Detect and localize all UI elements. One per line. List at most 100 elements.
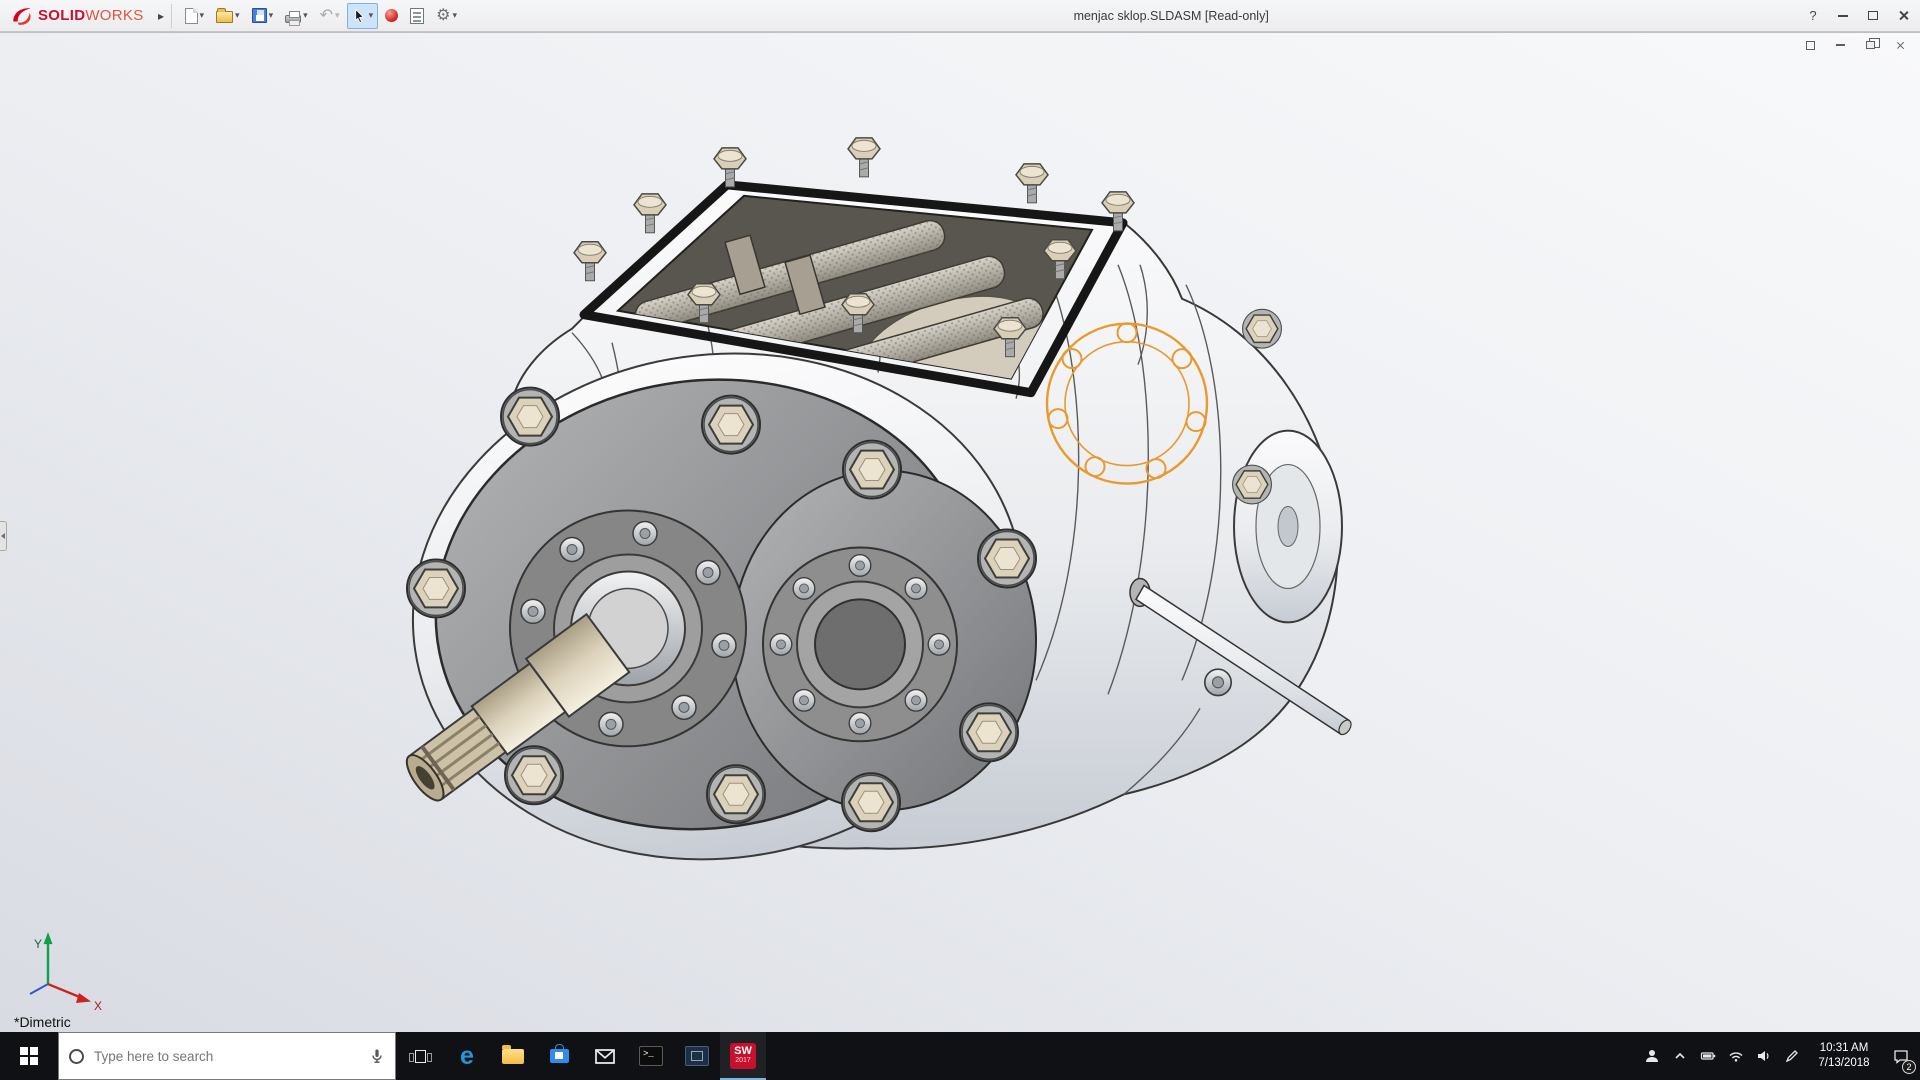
notification-badge: 2 xyxy=(1902,1060,1916,1074)
toolbar: ▾ ▾ ▾ ▾ ↶ ▾ ▾ ⚙ xyxy=(180,3,462,29)
solidworks-app-icon: SW 2017 xyxy=(730,1043,756,1069)
clock-time: 10:31 AM xyxy=(1820,1041,1869,1056)
secondary-bore xyxy=(763,547,957,741)
document-restore-button[interactable] xyxy=(1860,37,1880,53)
new-document-icon xyxy=(185,8,198,24)
taskbar-app-edge[interactable]: e xyxy=(444,1032,490,1080)
3d-scene[interactable]: Y X xyxy=(0,33,1920,1032)
undo-icon: ↶ xyxy=(320,8,333,24)
open-folder-icon xyxy=(216,11,233,23)
search-input[interactable] xyxy=(94,1049,359,1064)
volume-button[interactable] xyxy=(1750,1032,1778,1080)
minimize-icon xyxy=(1836,44,1845,46)
save-button[interactable]: ▾ xyxy=(247,3,279,29)
chevron-down-icon: ▾ xyxy=(335,11,340,20)
taskbar-app-store[interactable] xyxy=(536,1032,582,1080)
print-button[interactable]: ▾ xyxy=(280,3,313,29)
chevron-up-icon xyxy=(1672,1048,1688,1064)
document-properties-icon xyxy=(410,8,424,24)
taskbar-app-command-prompt[interactable]: >_ xyxy=(628,1032,674,1080)
chevron-down-icon[interactable]: ▾ xyxy=(269,11,274,20)
open-button[interactable]: ▾ xyxy=(211,3,245,29)
clock[interactable]: 10:31 AM 7/13/2018 xyxy=(1806,1032,1882,1080)
cursor-arrow-icon xyxy=(352,8,367,24)
solidworks-logo: SOLIDWORKS xyxy=(0,6,152,26)
document-menu-button[interactable] xyxy=(1800,37,1820,53)
view-orientation-label: *Dimetric xyxy=(14,1014,71,1030)
network-icon xyxy=(1728,1048,1744,1064)
taskbar-app-file-explorer[interactable] xyxy=(490,1032,536,1080)
print-icon xyxy=(285,15,301,23)
triad-y-label: Y xyxy=(34,937,42,951)
solidworks-logo-icon xyxy=(10,6,34,26)
gear-icon: ⚙ xyxy=(436,8,450,24)
windows-logo-icon xyxy=(20,1047,38,1065)
taskbar: e >_ SW 2017 xyxy=(0,1032,1920,1080)
task-view-icon xyxy=(415,1050,426,1063)
search-icon xyxy=(69,1049,84,1064)
help-button[interactable]: ? xyxy=(1798,0,1828,31)
chevron-down-icon[interactable]: ▾ xyxy=(235,11,240,20)
app-window-icon xyxy=(685,1046,709,1066)
pen-button[interactable] xyxy=(1778,1032,1806,1080)
close-icon xyxy=(1896,41,1905,50)
select-tool-button[interactable]: ▾ xyxy=(347,3,379,29)
solidworks-app-year: 2017 xyxy=(735,1057,751,1065)
command-prompt-icon: >_ xyxy=(639,1046,663,1066)
minimize-button[interactable] xyxy=(1828,0,1858,31)
taskbar-app-mail[interactable] xyxy=(582,1032,628,1080)
action-center-button[interactable]: 2 xyxy=(1882,1032,1920,1080)
start-button[interactable] xyxy=(0,1032,58,1080)
undo-button: ↶ ▾ xyxy=(315,3,345,29)
menu-expand-arrow-icon[interactable]: ▸ xyxy=(152,4,172,28)
document-title: menjac sklop.SLDASM [Read-only] xyxy=(1074,9,1269,23)
save-floppy-icon xyxy=(252,8,267,23)
taskbar-app-dark[interactable] xyxy=(674,1032,720,1080)
mail-icon xyxy=(594,1049,616,1064)
volume-icon xyxy=(1756,1048,1772,1064)
chevron-down-icon[interactable]: ▾ xyxy=(303,11,308,20)
document-close-button[interactable] xyxy=(1890,37,1910,53)
system-tray: 10:31 AM 7/13/2018 2 xyxy=(1638,1032,1920,1080)
triad-x-label: X xyxy=(94,999,102,1013)
document-properties-button[interactable] xyxy=(405,3,429,29)
clock-date: 7/13/2018 xyxy=(1818,1056,1869,1071)
close-icon xyxy=(1898,10,1909,21)
minimize-icon xyxy=(1838,15,1848,17)
close-button[interactable] xyxy=(1888,0,1918,31)
file-explorer-icon xyxy=(502,1049,524,1064)
chevron-down-icon[interactable]: ▾ xyxy=(200,11,205,20)
network-button[interactable] xyxy=(1722,1032,1750,1080)
solidworks-app-label: SW xyxy=(734,1046,752,1057)
gearbox-model[interactable] xyxy=(380,138,1354,898)
maximize-button[interactable] xyxy=(1858,0,1888,31)
new-document-button[interactable]: ▾ xyxy=(180,3,210,29)
pen-icon xyxy=(1784,1048,1800,1064)
taskbar-search[interactable] xyxy=(58,1032,396,1080)
brand-text: SOLIDWORKS xyxy=(38,7,144,24)
maximize-icon xyxy=(1868,11,1878,20)
titlebar: SOLIDWORKS ▸ ▾ ▾ ▾ ▾ ↶ ▾ ▾ xyxy=(0,0,1920,32)
show-hidden-icons-button[interactable] xyxy=(1666,1032,1694,1080)
battery-icon xyxy=(1700,1048,1716,1064)
taskbar-app-solidworks[interactable]: SW 2017 xyxy=(720,1032,766,1080)
task-view-button[interactable] xyxy=(396,1032,444,1080)
microphone-icon[interactable] xyxy=(369,1048,385,1064)
resources-button[interactable] xyxy=(380,3,403,29)
edge-icon: e xyxy=(460,1044,474,1069)
orientation-triad: Y X xyxy=(30,932,102,1013)
store-icon xyxy=(550,1049,569,1063)
document-minimize-button[interactable] xyxy=(1830,37,1850,53)
chevron-down-icon[interactable]: ▾ xyxy=(369,11,374,20)
graphics-area[interactable]: Y X *Dimetric xyxy=(0,32,1920,1032)
document-window-controls xyxy=(1800,37,1910,53)
battery-button[interactable] xyxy=(1694,1032,1722,1080)
window-controls: ? xyxy=(1798,0,1918,31)
document-menu-icon xyxy=(1806,41,1815,50)
restore-icon xyxy=(1866,41,1875,49)
options-button[interactable]: ⚙ ▾ xyxy=(431,3,462,29)
people-button[interactable] xyxy=(1638,1032,1666,1080)
people-icon xyxy=(1644,1048,1660,1064)
red-sphere-icon xyxy=(385,9,398,22)
chevron-down-icon[interactable]: ▾ xyxy=(452,11,457,20)
